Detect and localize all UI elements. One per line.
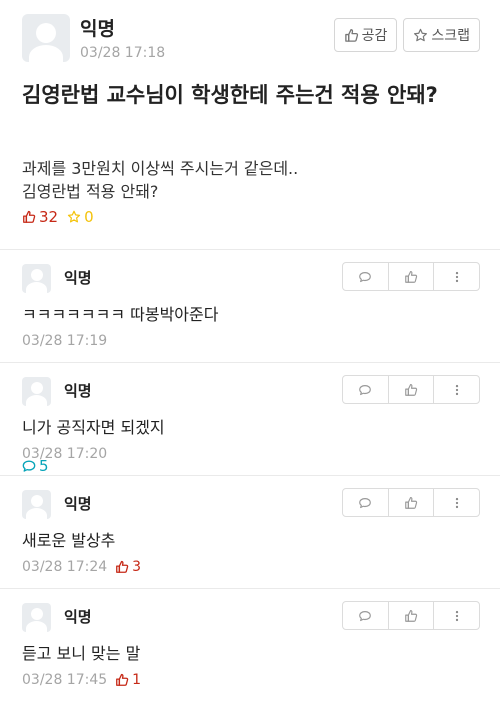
- author-avatar: [22, 14, 70, 62]
- more-options-button[interactable]: [433, 489, 479, 516]
- scrap-count-value: 0: [84, 208, 94, 226]
- thumbs-up-icon: [116, 560, 129, 573]
- comment-actions: [342, 488, 480, 517]
- comment-avatar: [22, 603, 51, 632]
- comment-actions: [342, 262, 480, 291]
- comment-timestamp: 03/28 17:20: [22, 446, 108, 462]
- comment-item: 익명 새로운 발상추 03/28 17:24 3: [0, 475, 500, 588]
- comment-like-button[interactable]: [387, 263, 434, 290]
- thumbs-up-icon: [344, 28, 358, 42]
- comment-avatar: [22, 264, 51, 293]
- more-vertical-icon: [455, 497, 458, 508]
- comment-author: 익명: [64, 382, 92, 400]
- thumbs-up-icon: [405, 383, 418, 396]
- comment-like-count-value: 1: [132, 672, 142, 688]
- comment-text: ㅋㅋㅋㅋㅋㅋㅋ 따봉박아준다: [22, 305, 219, 324]
- comment-text: 니가 공직자면 되겠지: [22, 418, 165, 437]
- comment-like-count: 1: [115, 672, 141, 688]
- comment-text: 새로운 발상추: [22, 531, 116, 550]
- comment-list: 익명 ㅋㅋㅋㅋㅋㅋㅋ 따봉박아준다 03/28 17:19 익명 니가 공직자면…: [0, 249, 500, 701]
- post-timestamp: 03/28 17:18: [80, 45, 166, 61]
- comment-text: 듣고 보니 맞는 말: [22, 644, 141, 663]
- thumbs-up-icon: [405, 496, 418, 509]
- empathy-label: 공감: [361, 28, 388, 44]
- post-body: 과제를 3만원치 이상씩 주시는거 같은데.. 김영란법 적용 안돼?: [22, 159, 299, 201]
- comment-meta: 03/28 17:19: [22, 333, 107, 349]
- post-actions: 공감 스크랩: [333, 18, 480, 52]
- comment-author: 익명: [64, 269, 92, 287]
- comment-like-button[interactable]: [387, 602, 434, 629]
- speech-bubble-icon: [359, 384, 372, 395]
- more-options-button[interactable]: [433, 602, 479, 629]
- speech-bubble-icon: [359, 271, 372, 282]
- like-count: 32: [22, 208, 58, 226]
- more-vertical-icon: [455, 384, 458, 395]
- scrap-label: 스크랩: [431, 28, 470, 44]
- empathy-button[interactable]: 공감: [333, 18, 398, 52]
- comment-timestamp: 03/28 17:19: [22, 333, 108, 349]
- comment-like-button[interactable]: [387, 489, 434, 516]
- comment-item: 익명 듣고 보니 맞는 말 03/28 17:45 1: [0, 588, 500, 701]
- thumbs-up-icon: [405, 609, 418, 622]
- comment-meta: 03/28 17:20: [22, 446, 107, 462]
- thumbs-up-icon: [116, 673, 129, 686]
- reply-button[interactable]: [343, 263, 388, 290]
- comment-avatar: [22, 377, 51, 406]
- comment-item: 익명 ㅋㅋㅋㅋㅋㅋㅋ 따봉박아준다 03/28 17:19: [0, 249, 500, 362]
- comment-like-button[interactable]: [387, 376, 434, 403]
- speech-bubble-icon: [359, 497, 372, 508]
- thumbs-up-icon: [405, 270, 418, 283]
- more-options-button[interactable]: [433, 376, 479, 403]
- like-count-value: 32: [39, 208, 59, 226]
- reply-button[interactable]: [343, 602, 388, 629]
- more-options-button[interactable]: [433, 263, 479, 290]
- more-vertical-icon: [455, 610, 458, 621]
- comment-author: 익명: [64, 608, 92, 626]
- comment-timestamp: 03/28 17:45: [22, 672, 108, 688]
- comment-like-count-value: 3: [132, 559, 142, 575]
- comment-avatar: [22, 490, 51, 519]
- reply-button[interactable]: [343, 376, 388, 403]
- comment-actions: [342, 601, 480, 630]
- scrap-count: 0: [67, 208, 94, 226]
- comment-like-count: 3: [115, 559, 141, 575]
- post-card: 익명 03/28 17:18 공감 스크랩 김영란법 교수님이 학생한테 주는건…: [0, 0, 500, 475]
- scrap-button[interactable]: 스크랩: [403, 18, 480, 52]
- comment-item: 익명 니가 공직자면 되겠지 03/28 17:20: [0, 362, 500, 475]
- reply-button[interactable]: [343, 489, 388, 516]
- comment-actions: [342, 375, 480, 404]
- star-icon: [67, 210, 81, 223]
- post-author: 익명: [80, 18, 115, 40]
- speech-bubble-icon: [359, 610, 372, 621]
- comment-meta: 03/28 17:45 1: [22, 672, 141, 688]
- comment-timestamp: 03/28 17:24: [22, 559, 108, 575]
- thumbs-up-icon: [23, 210, 36, 223]
- comment-author: 익명: [64, 495, 92, 513]
- more-vertical-icon: [455, 271, 458, 282]
- comment-meta: 03/28 17:24 3: [22, 559, 141, 575]
- post-title: 김영란법 교수님이 학생한테 주는건 적용 안돼?: [22, 83, 438, 107]
- post-stats: 32 5 0: [22, 208, 94, 475]
- star-icon: [414, 28, 428, 41]
